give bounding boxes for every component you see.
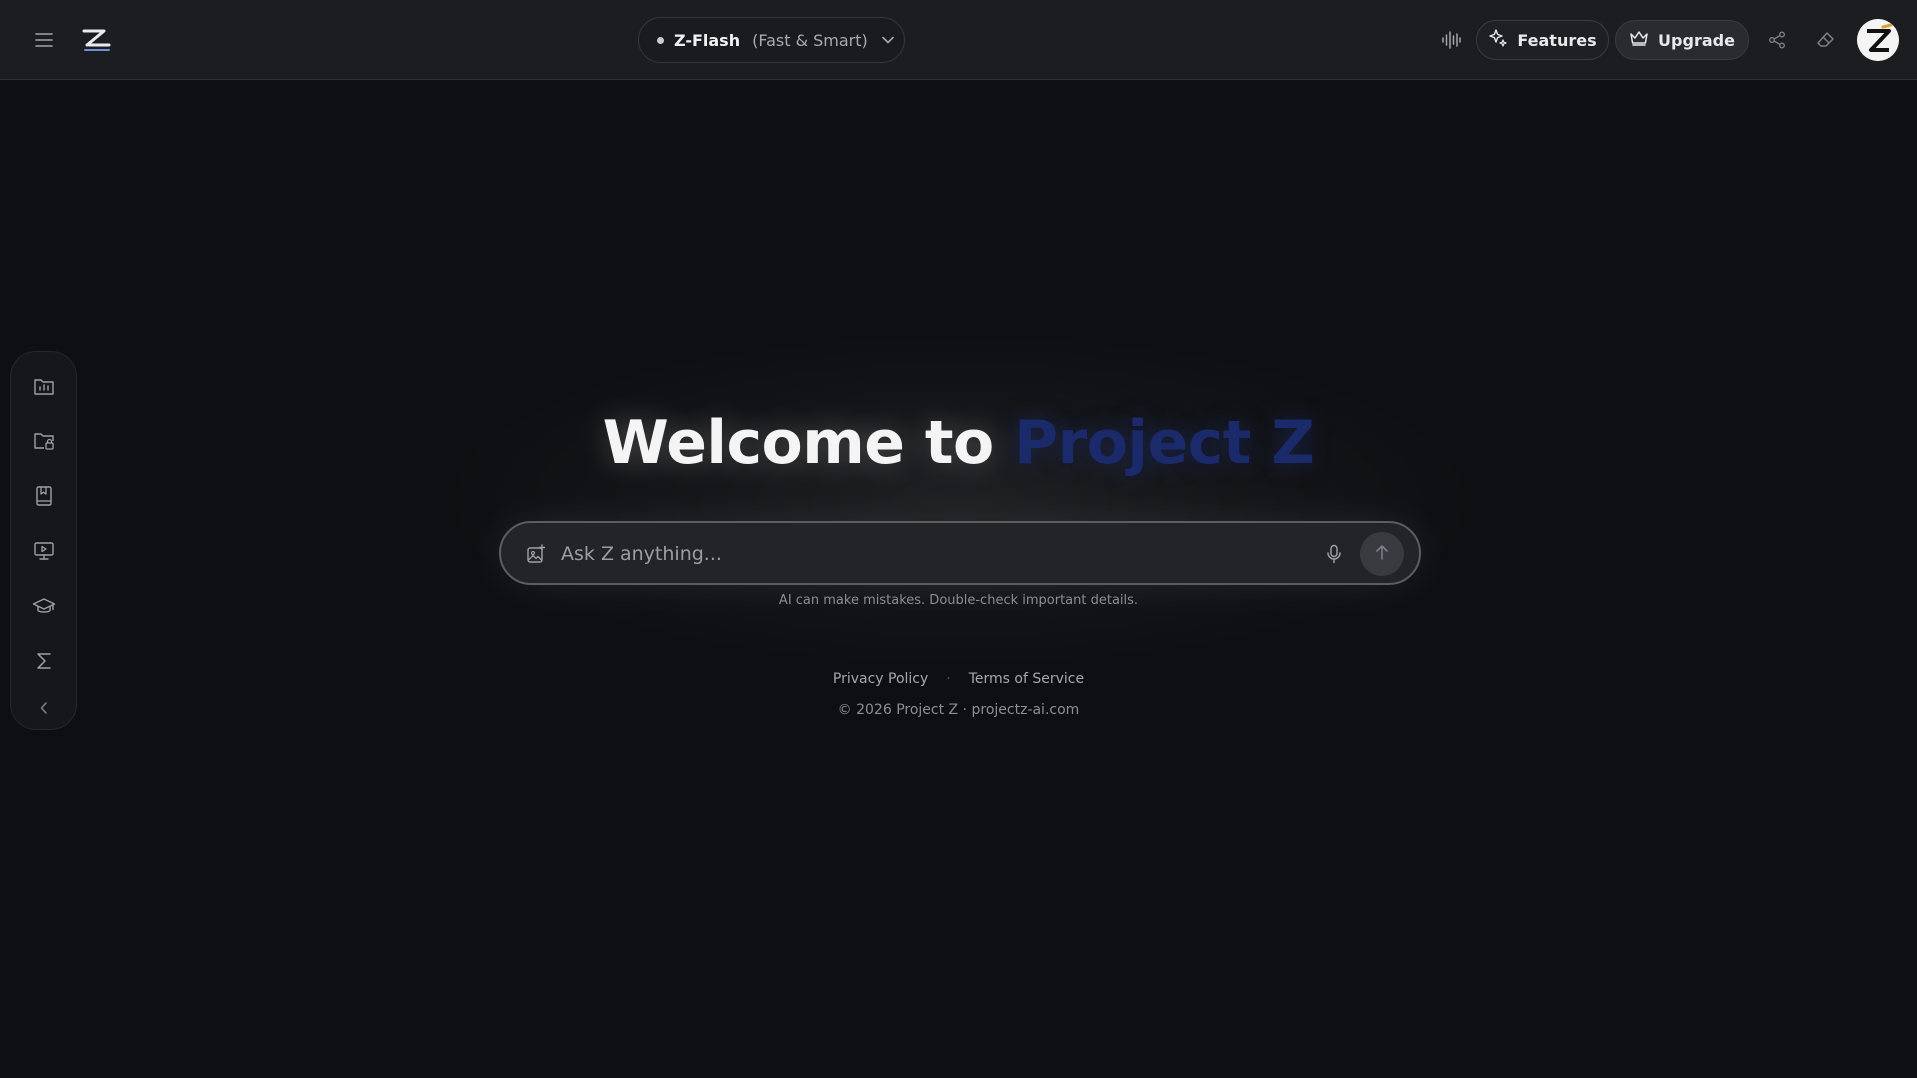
background-glow: [430, 330, 1490, 670]
model-description: (Fast & Smart): [752, 30, 868, 50]
model-status-dot: [657, 36, 664, 44]
avatar[interactable]: [1857, 19, 1899, 61]
welcome-prefix: Welcome to: [602, 408, 1015, 478]
footer-links: Privacy Policy · Terms of Service: [0, 671, 1917, 687]
arrow-up-icon: [1374, 543, 1390, 565]
chevron-down-icon: [881, 36, 894, 44]
copyright-text: © 2026 Project Z · projectz-ai.com: [837, 702, 1080, 718]
features-button[interactable]: Features: [1476, 20, 1609, 60]
project-z-logo[interactable]: [74, 18, 118, 62]
ai-disclaimer: AI can make mistakes. Double-check impor…: [778, 593, 1139, 608]
welcome-brand: Project Z: [1014, 408, 1315, 478]
crown-icon: [1629, 29, 1649, 51]
bookmark-book-icon[interactable]: [29, 481, 59, 511]
top-bar: Z-Flash (Fast & Smart) Features Upgrade: [0, 0, 1917, 80]
eraser-icon[interactable]: [1808, 22, 1844, 58]
features-label: Features: [1517, 30, 1597, 50]
add-image-icon[interactable]: [523, 541, 549, 567]
chat-composer: [499, 521, 1421, 585]
presentation-icon[interactable]: [29, 536, 59, 566]
welcome-title: Welcome to Project Z: [0, 408, 1917, 478]
model-name: Z-Flash: [674, 30, 741, 50]
upgrade-label: Upgrade: [1658, 30, 1735, 50]
analytics-folder-icon[interactable]: [29, 371, 59, 401]
voice-waveform-icon[interactable]: [1433, 22, 1469, 58]
model-selector[interactable]: Z-Flash (Fast & Smart): [638, 17, 905, 63]
hamburger-menu-icon[interactable]: [26, 24, 62, 56]
microphone-icon[interactable]: [1319, 539, 1349, 569]
footer-separator: ·: [946, 671, 951, 687]
terms-of-service-link[interactable]: Terms of Service: [969, 671, 1084, 687]
chat-input[interactable]: [561, 537, 1301, 571]
sparkles-icon: [1488, 28, 1508, 52]
send-button[interactable]: [1360, 532, 1404, 576]
privacy-policy-link[interactable]: Privacy Policy: [833, 671, 928, 687]
upgrade-button[interactable]: Upgrade: [1615, 20, 1749, 60]
share-icon[interactable]: [1759, 22, 1795, 58]
